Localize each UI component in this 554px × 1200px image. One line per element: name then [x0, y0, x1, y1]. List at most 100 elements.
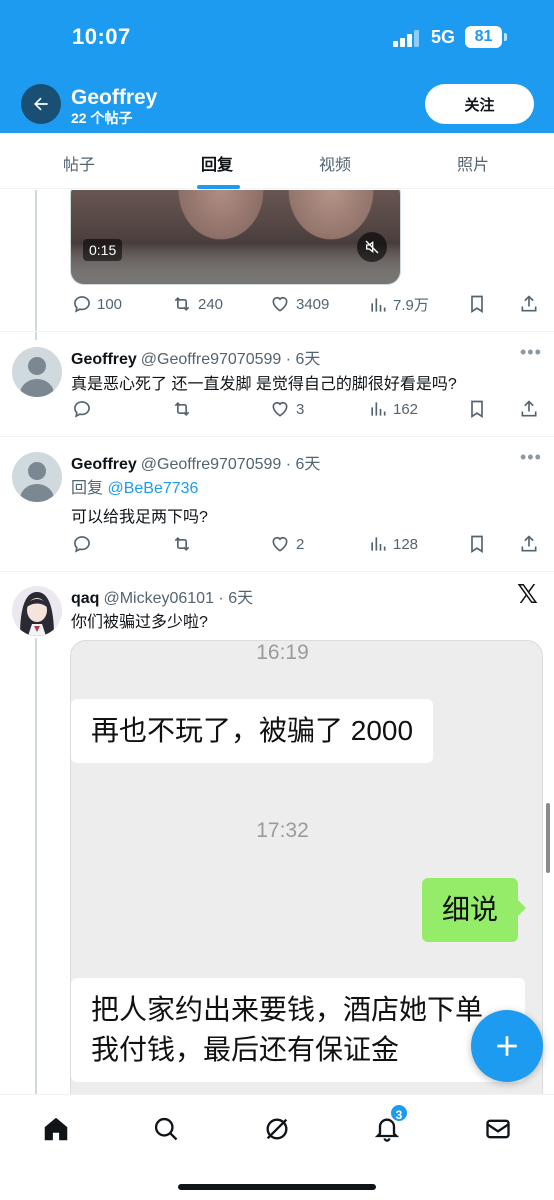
view-count: 7.9万	[393, 297, 429, 314]
reply-mention-link[interactable]: @BeBe7736	[107, 480, 198, 497]
analytics-icon	[371, 297, 386, 312]
avatar[interactable]	[12, 586, 62, 636]
views-button[interactable]: 7.9万	[368, 294, 429, 315]
nav-home[interactable]	[36, 1109, 76, 1149]
bookmark-button[interactable]	[467, 534, 487, 554]
bookmark-button[interactable]	[467, 399, 487, 419]
video-player[interactable]: 0:15	[70, 190, 401, 285]
nav-notifications[interactable]: 3	[367, 1103, 409, 1149]
author-handle: @Geoffre97070599 · 6天	[140, 456, 321, 473]
avatar[interactable]	[12, 347, 62, 397]
speaker-muted-icon	[365, 240, 379, 254]
tweet-actions: 3 162	[70, 399, 542, 423]
video-duration: 0:15	[83, 239, 123, 261]
status-time: 10:07	[72, 24, 131, 49]
like-button[interactable]: 3	[269, 399, 304, 419]
analytics-icon	[371, 402, 386, 416]
retweet-button[interactable]	[171, 534, 193, 554]
tab-videos[interactable]: 视频	[319, 151, 351, 175]
reply-count: 100	[97, 295, 123, 313]
like-count: 2	[296, 535, 305, 553]
reply-button[interactable]	[72, 399, 92, 419]
home-icon	[44, 1117, 68, 1141]
replying-to: 回复 @BeBe7736	[71, 474, 198, 498]
views-button[interactable]: 128	[368, 534, 418, 554]
x-logo-icon: 𝕏	[517, 580, 538, 610]
author-name[interactable]: Geoffrey	[71, 456, 137, 473]
plus-icon	[497, 1036, 517, 1056]
notification-badge: 3	[389, 1103, 409, 1123]
profile-header: 10:07 5G 81 Geoffrey 22 个帖子 关注	[0, 0, 554, 133]
share-icon	[521, 295, 537, 312]
back-button[interactable]	[21, 84, 61, 124]
retweet-icon	[174, 536, 190, 552]
battery-icon: 81	[465, 26, 507, 48]
chat-message: 再也不玩了，被骗了 2000	[71, 699, 434, 763]
reply-button[interactable]: 100	[72, 294, 122, 314]
share-button[interactable]	[519, 534, 539, 554]
chat-timestamp: 16:19	[256, 641, 309, 664]
retweet-button[interactable]	[171, 399, 193, 419]
follow-button[interactable]: 关注	[425, 84, 534, 124]
mute-toggle[interactable]	[357, 232, 387, 262]
bookmark-icon	[471, 295, 483, 314]
tweet-text: 你们被骗过多少啦?	[71, 614, 208, 631]
tweet-header: qaq @Mickey06101 · 6天	[71, 584, 253, 608]
scrollbar[interactable]	[546, 803, 550, 873]
compose-post-button[interactable]	[471, 1010, 543, 1082]
avatar[interactable]	[12, 452, 62, 502]
tweet-header: Geoffrey @Geoffre97070599 · 6天	[71, 345, 320, 369]
bookmark-button[interactable]	[467, 294, 487, 314]
grok-icon	[266, 1118, 288, 1140]
search-icon	[154, 1117, 178, 1141]
author-handle: @Geoffre97070599 · 6天	[140, 351, 321, 368]
more-options-icon[interactable]: •••	[520, 342, 542, 363]
share-icon	[521, 400, 537, 417]
profile-name: Geoffrey	[71, 86, 158, 109]
active-tab-indicator	[197, 185, 240, 189]
like-button[interactable]: 2	[269, 534, 304, 554]
tab-posts[interactable]: 帖子	[63, 151, 95, 175]
reply-prefix: 回复	[71, 480, 104, 497]
retweet-icon	[174, 296, 190, 312]
arrow-left-icon	[34, 97, 48, 111]
view-count: 128	[393, 535, 419, 553]
envelope-icon	[486, 1119, 510, 1139]
view-count: 162	[393, 400, 419, 418]
tab-replies[interactable]: 回复	[201, 151, 233, 175]
profile-tabs: 帖子 回复 视频 照片	[0, 133, 554, 189]
like-count: 3409	[296, 295, 330, 313]
nav-search[interactable]	[146, 1109, 186, 1149]
reply-button[interactable]	[72, 534, 92, 554]
nav-messages[interactable]	[478, 1109, 518, 1149]
chat-message-sent: 细说	[422, 878, 527, 942]
anime-avatar-image	[12, 586, 62, 636]
tweet-header: Geoffrey @Geoffre97070599 · 6天	[71, 450, 320, 474]
share-button[interactable]	[519, 399, 539, 419]
retweet-button[interactable]: 240	[171, 294, 223, 314]
tweet-actions: 100 240 3409 7.9万	[70, 294, 542, 318]
retweet-count: 240	[198, 295, 224, 313]
tweet-text: 可以给我足两下吗?	[71, 509, 208, 526]
heart-icon	[272, 296, 288, 312]
author-name[interactable]: Geoffrey	[71, 351, 137, 368]
home-indicator	[178, 1184, 376, 1190]
tab-photos[interactable]: 照片	[457, 151, 489, 175]
heart-icon	[272, 401, 288, 417]
like-button[interactable]: 3409	[269, 294, 329, 314]
views-button[interactable]: 162	[368, 399, 418, 419]
tweet-text: 真是恶心死了 还一直发脚 是觉得自己的脚很好看是吗?	[71, 376, 457, 393]
author-name[interactable]: qaq	[71, 590, 99, 607]
network-type: 5G	[431, 27, 456, 47]
more-options-icon[interactable]: •••	[520, 447, 542, 468]
status-bar: 10:07 5G 81	[0, 0, 554, 74]
nav-grok[interactable]	[257, 1109, 297, 1149]
post-count: 22 个帖子	[71, 110, 133, 126]
tweet-actions: 2 128	[70, 534, 542, 558]
cellular-signal-icon	[393, 29, 423, 47]
share-button[interactable]	[519, 294, 539, 314]
like-count: 3	[296, 400, 305, 418]
bookmark-icon	[471, 400, 483, 419]
thread-line	[35, 638, 37, 1094]
thread-line	[35, 190, 37, 340]
